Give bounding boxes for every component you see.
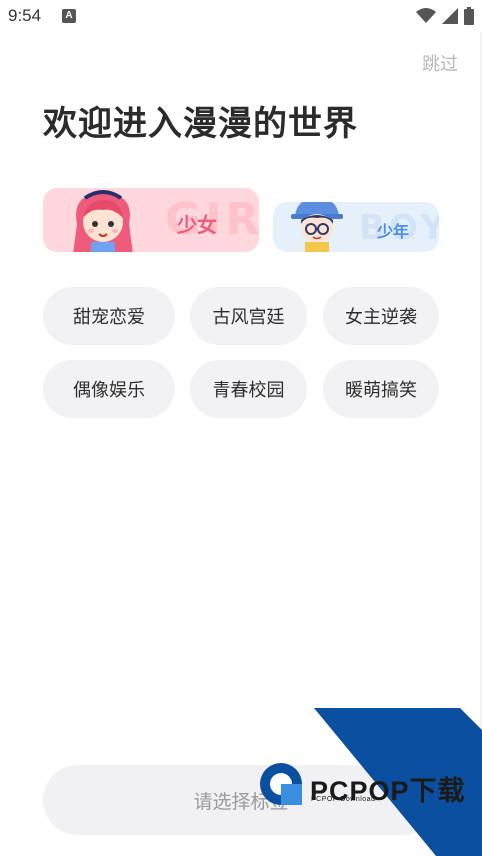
gender-card-girl[interactable]: GIRL 少女 xyxy=(43,188,259,252)
signal-icon xyxy=(442,8,458,24)
tag-chip[interactable]: 暖萌搞笑 xyxy=(323,360,439,418)
card-label-girl: 少女 xyxy=(177,213,217,237)
notification-icon: A xyxy=(62,9,76,23)
status-icons xyxy=(416,6,474,26)
tag-chip[interactable]: 古风宫廷 xyxy=(190,287,307,345)
tag-chip[interactable]: 甜宠恋爱 xyxy=(43,287,175,345)
tag-chip[interactable]: 青春校园 xyxy=(190,360,307,418)
boy-avatar-icon xyxy=(291,202,343,252)
select-tags-button[interactable]: 请选择标签 xyxy=(43,765,439,835)
tag-chip[interactable]: 偶像娱乐 xyxy=(43,360,175,418)
select-tags-label: 请选择标签 xyxy=(193,790,289,813)
skip-button[interactable]: 跳过 xyxy=(422,50,458,76)
gender-card-boy[interactable]: BOY 少年 xyxy=(273,202,439,252)
status-bar: 9:54 A xyxy=(0,0,482,32)
battery-icon xyxy=(464,7,474,25)
girl-avatar-icon xyxy=(73,190,133,252)
wifi-icon xyxy=(416,8,436,23)
card-label-boy: 少年 xyxy=(377,222,410,241)
page-title: 欢迎进入漫漫的世界 xyxy=(43,104,358,144)
tag-chip[interactable]: 女主逆袭 xyxy=(323,287,439,345)
status-time: 9:54 xyxy=(8,6,42,25)
